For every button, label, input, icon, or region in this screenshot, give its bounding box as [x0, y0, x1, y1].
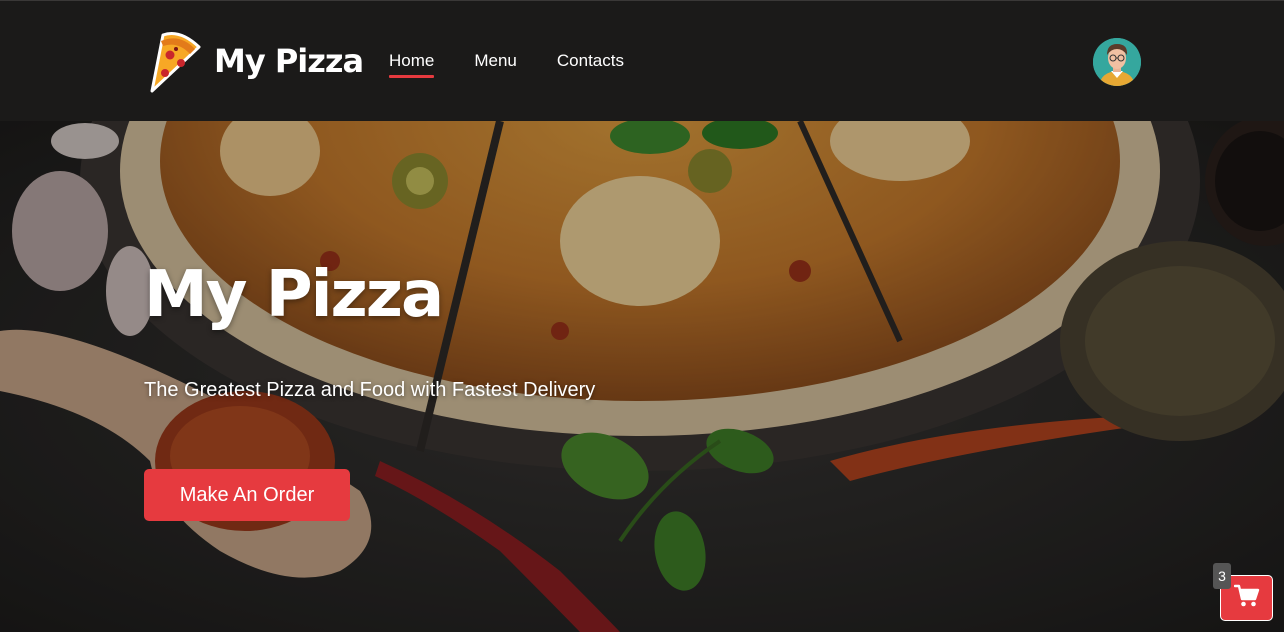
hero-title: My Pizza: [144, 258, 444, 332]
site-header: My Pizza Home Menu Contacts: [0, 0, 1284, 121]
cart-count-badge: 3: [1213, 563, 1231, 589]
nav-item-home[interactable]: Home: [389, 51, 435, 78]
nav-item-menu[interactable]: Menu: [474, 51, 517, 75]
brand-name: My Pizza: [214, 42, 364, 80]
user-avatar[interactable]: [1093, 38, 1141, 86]
nav-item-contacts[interactable]: Contacts: [557, 51, 624, 75]
pizza-slice-icon: [146, 29, 202, 93]
brand-logo[interactable]: My Pizza: [146, 29, 364, 93]
shopping-cart-icon: [1233, 584, 1260, 613]
hero-subtitle: The Greatest Pizza and Food with Fastest…: [144, 379, 596, 401]
hero-section: My Pizza The Greatest Pizza and Food wit…: [0, 121, 1284, 632]
make-order-button[interactable]: Make An Order: [144, 469, 350, 521]
main-nav: Home Menu Contacts: [389, 51, 624, 78]
